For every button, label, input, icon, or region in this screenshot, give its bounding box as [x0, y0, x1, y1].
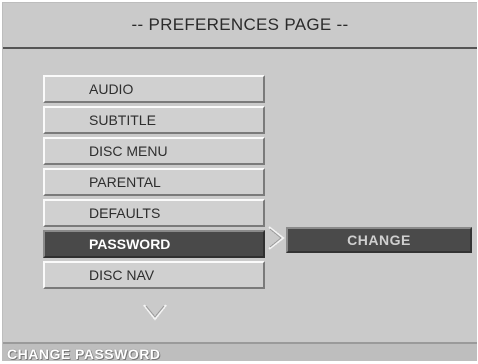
status-bar: CHANGE PASSWORD [3, 342, 477, 361]
chevron-down-icon[interactable] [143, 303, 167, 321]
menu-item-parental[interactable]: PARENTAL [43, 168, 265, 196]
preferences-menu: AUDIO SUBTITLE DISC MENU PARENTAL DEFAUL… [43, 75, 265, 292]
change-password-option[interactable]: CHANGE [286, 227, 472, 253]
page-header: -- PREFERENCES PAGE -- [3, 3, 477, 49]
preferences-screen: -- PREFERENCES PAGE -- AUDIO SUBTITLE DI… [2, 2, 477, 361]
page-title: -- PREFERENCES PAGE -- [131, 15, 349, 34]
chevron-right-icon [268, 226, 285, 250]
menu-item-disc-nav[interactable]: DISC NAV [43, 261, 265, 289]
menu-item-audio[interactable]: AUDIO [43, 75, 265, 103]
menu-item-defaults[interactable]: DEFAULTS [43, 199, 265, 227]
menu-item-password[interactable]: PASSWORD [43, 230, 265, 258]
status-text: CHANGE PASSWORD [7, 346, 161, 361]
menu-item-subtitle[interactable]: SUBTITLE [43, 106, 265, 134]
menu-item-disc-menu[interactable]: DISC MENU [43, 137, 265, 165]
